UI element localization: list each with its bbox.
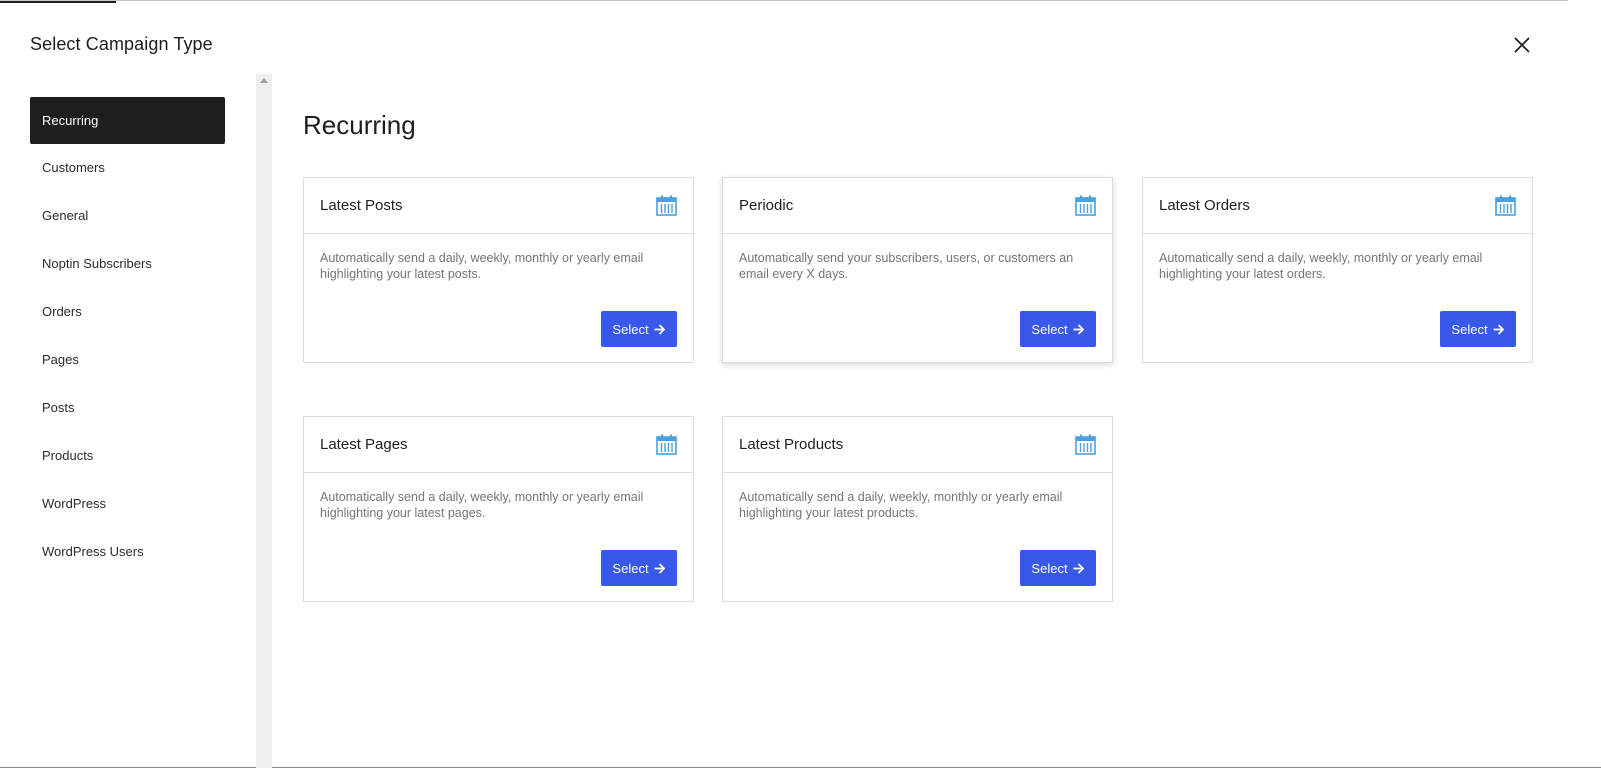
section-heading: Recurring [303,110,416,140]
campaign-card-latest-posts: Latest Posts Automatically send a daily,… [303,177,694,363]
calendar-icon [656,195,677,216]
sidebar-item-recurring[interactable]: Recurring [30,97,225,144]
sidebar-item-wordpress[interactable]: WordPress [30,480,225,528]
select-label: Select [612,321,649,337]
sidebar-item-posts[interactable]: Posts [30,384,225,432]
select-button[interactable]: Select [1020,550,1096,586]
calendar-icon [1075,434,1096,455]
select-button[interactable]: Select [1440,311,1516,347]
select-button[interactable]: Select [1020,311,1096,347]
card-title: Latest Pages [320,436,408,453]
select-label: Select [1451,321,1488,337]
sidebar-item-wordpress-users[interactable]: WordPress Users [30,528,225,576]
arrow-right-icon [654,323,665,335]
card-description: Automatically send a daily, weekly, mont… [739,490,1063,520]
calendar-icon [1075,195,1096,216]
sidebar-item-noptin-subscribers[interactable]: Noptin Subscribers [30,240,225,288]
category-sidebar: Recurring Customers General Noptin Subsc… [30,97,225,576]
background-page-edge [1568,0,1601,767]
top-accent-bar [0,1,116,3]
campaign-card-latest-products: Latest Products Automatically send a dai… [722,416,1113,602]
card-title: Latest Products [739,436,844,453]
select-button[interactable]: Select [601,550,677,586]
sidebar-item-pages[interactable]: Pages [30,336,225,384]
sidebar-item-general[interactable]: General [30,192,225,240]
card-description: Automatically send a daily, weekly, mont… [320,251,644,281]
calendar-icon [656,434,677,455]
main-content: Recurring Latest Posts Automatically sen… [303,106,1535,602]
modal-title: Select Campaign Type [30,34,213,54]
arrow-right-icon [1073,562,1084,574]
card-header: Latest Posts [304,178,693,234]
sidebar-item-customers[interactable]: Customers [30,144,225,192]
close-icon [1514,37,1530,53]
arrow-right-icon [1493,323,1504,335]
card-header: Periodic [723,178,1112,234]
card-description: Automatically send a daily, weekly, mont… [320,490,644,520]
select-label: Select [1031,560,1068,576]
calendar-icon [1495,195,1516,216]
scroll-up-arrow-icon[interactable] [260,78,268,83]
select-label: Select [1031,321,1068,337]
campaign-card-latest-orders: Latest Orders Automatically send a daily… [1142,177,1533,363]
arrow-right-icon [654,562,665,574]
card-title: Latest Posts [320,197,403,214]
card-header: Latest Pages [304,417,693,473]
campaign-card-periodic: Periodic Automatically send your subscri… [722,177,1113,363]
arrow-right-icon [1073,323,1084,335]
card-header: Latest Orders [1143,178,1532,234]
select-button[interactable]: Select [601,311,677,347]
card-title: Periodic [739,197,794,214]
campaign-card-latest-pages: Latest Pages Automatically send a daily,… [303,416,694,602]
card-header: Latest Products [723,417,1112,473]
card-title: Latest Orders [1159,197,1250,214]
scrollbar[interactable] [256,74,272,768]
card-description: Automatically send a daily, weekly, mont… [1159,251,1483,281]
close-button[interactable] [1509,32,1535,58]
card-description: Automatically send your subscribers, use… [739,251,1074,281]
campaign-type-modal: Select Campaign Type Recurring Customers… [0,0,1568,768]
sidebar-item-products[interactable]: Products [30,432,225,480]
sidebar-item-orders[interactable]: Orders [30,288,225,336]
select-label: Select [612,560,649,576]
